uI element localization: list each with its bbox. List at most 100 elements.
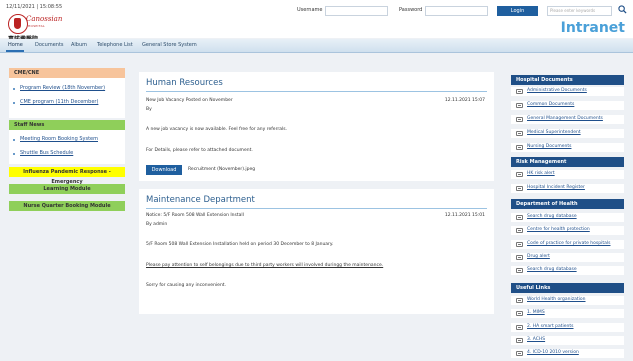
list-item-label[interactable]: 1. MIMS — [527, 310, 545, 315]
list-item[interactable]: Medical Superintendent — [511, 129, 624, 138]
list-item-label[interactable]: World Health organization — [527, 297, 586, 302]
list-item-label[interactable]: Search drug database — [527, 267, 577, 272]
list-item[interactable]: Code of practice for private hospitals — [511, 240, 624, 249]
link-icon — [516, 89, 523, 94]
post-title: Maintenance Department — [146, 195, 255, 205]
logo-subtitle: HOSPITAL — [28, 24, 45, 28]
bullet-icon — [13, 102, 15, 104]
link-icon — [516, 338, 523, 343]
link-icon — [516, 103, 523, 108]
list-item-label[interactable]: Medical Superintendent — [527, 130, 581, 135]
attachment-name: Recruitment (November).jpeg — [188, 167, 256, 172]
link-icon — [516, 117, 523, 122]
list-item-label[interactable]: Drug alert — [527, 254, 550, 259]
link-icon — [516, 311, 523, 316]
staff-news-panel: Meeting Room Booking System Shuttle Bus … — [9, 130, 125, 164]
list-item[interactable]: Centre for health protection — [511, 226, 624, 235]
main-nav: Home Documents Album Telephone List Gene… — [0, 39, 633, 53]
list-item[interactable]: Drug alert — [511, 253, 624, 262]
list-item-label[interactable]: Centre for health protection — [527, 227, 590, 232]
post-author: By admin — [146, 222, 168, 227]
search-icon[interactable] — [618, 5, 627, 14]
link-icon — [516, 172, 523, 177]
list-item-label[interactable]: 4. ICD-10 2010 version — [527, 350, 579, 355]
link-icon — [516, 145, 523, 150]
link-icon — [516, 351, 523, 356]
bullet-icon — [13, 88, 15, 90]
nav-active-indicator — [6, 50, 24, 52]
flu-response-banner[interactable]: Influenza Pandemic Response - Emergency — [9, 167, 125, 185]
password-input[interactable] — [425, 6, 488, 16]
nav-general-store-system[interactable]: General Store System — [142, 42, 197, 48]
list-item-label[interactable]: 3. ACHS — [527, 337, 545, 342]
list-item[interactable]: 3. ACHS — [511, 336, 624, 345]
bullet-icon — [13, 153, 15, 155]
list-item[interactable]: General Management Documents — [511, 115, 624, 124]
crest-icon — [8, 14, 28, 34]
link-icon — [516, 242, 523, 247]
post-subject: New Job Vacancy Posted on November — [146, 98, 233, 103]
list-item[interactable]: 4. ICD-10 2010 version — [511, 349, 624, 358]
cme-panel: Program Review (18th November) CME progr… — [9, 78, 125, 118]
cme-link-cme-program[interactable]: CME program (11th December) — [20, 99, 98, 105]
list-item-label[interactable]: Administrative Documents — [527, 88, 587, 93]
list-item-label[interactable]: 2. HA smart patients — [527, 324, 574, 329]
department-of-health-header: Department of Health — [511, 199, 624, 209]
post-line: For Details, please refer to attached do… — [146, 148, 253, 153]
list-item[interactable]: Search drug database — [511, 213, 624, 222]
list-item[interactable]: Administrative Documents — [511, 87, 624, 96]
list-item[interactable]: 1. MIMS — [511, 309, 624, 318]
link-icon — [516, 268, 523, 273]
post-date: 12.11.2021 15:07 — [444, 98, 485, 103]
list-item-label[interactable]: Code of practice for private hospitals — [527, 241, 610, 246]
nav-telephone-list[interactable]: Telephone List — [97, 42, 133, 48]
list-item-label[interactable]: Hospital Incident Register — [527, 185, 585, 190]
list-item[interactable]: HK risk alert — [511, 170, 624, 179]
staff-link-meeting-room[interactable]: Meeting Room Booking System — [20, 136, 98, 142]
link-icon — [516, 298, 523, 303]
username-label: Username — [297, 7, 323, 13]
link-icon — [516, 186, 523, 191]
list-item-label[interactable]: General Management Documents — [527, 116, 603, 121]
header: 12/11/2021 | 15:08:55 Canossian HOSPITAL… — [0, 0, 633, 43]
cme-link-program-review[interactable]: Program Review (18th November) — [20, 85, 105, 91]
post-card: Human Resources New Job Vacancy Posted o… — [139, 72, 494, 181]
login-button[interactable]: Login — [497, 6, 538, 16]
datetime: 12/11/2021 | 15:08:55 — [6, 4, 63, 10]
post-card: Maintenance Department Notice: 5/F Room … — [139, 189, 494, 314]
nav-album[interactable]: Album — [71, 42, 87, 48]
staff-news-header: Staff News — [9, 120, 125, 130]
post-line: Sorry for causing any inconvenient. — [146, 283, 226, 288]
post-line: Please pay attention to self belongings … — [146, 263, 384, 268]
list-item[interactable]: World Health organization — [511, 296, 624, 305]
list-item-label[interactable]: Nursing Documents — [527, 144, 571, 149]
link-icon — [516, 255, 523, 260]
list-item-label[interactable]: Common Documents — [527, 102, 574, 107]
list-item[interactable]: Hospital Incident Register — [511, 184, 624, 193]
list-item[interactable]: 2. HA smart patients — [511, 323, 624, 332]
search-input[interactable]: Please enter keywords — [547, 6, 612, 16]
learning-module-banner[interactable]: Learning Module — [9, 184, 125, 194]
nurse-quarter-banner[interactable]: Nurse Quarter Booking Module — [9, 201, 125, 211]
username-input[interactable] — [325, 6, 388, 16]
list-item-label[interactable]: Search drug database — [527, 214, 577, 219]
download-button[interactable]: Download — [146, 165, 182, 175]
hospital-logo[interactable]: Canossian HOSPITAL 嘉諾撒醫院 — [8, 14, 68, 43]
list-item[interactable]: Search drug database — [511, 266, 624, 275]
list-item-label[interactable]: HK risk alert — [527, 171, 555, 176]
password-label: Password — [399, 7, 423, 13]
post-line: A new job vacancy is now available. Feel… — [146, 127, 287, 132]
list-item[interactable]: Nursing Documents — [511, 143, 624, 152]
staff-link-shuttle-bus[interactable]: Shuttle Bus Schedule — [20, 150, 73, 156]
cme-header: CME/CNE — [9, 68, 125, 78]
post-date: 12.11.2021 15:01 — [444, 213, 485, 218]
post-line: 5/F Room 508 Wall Extension Installation… — [146, 242, 334, 247]
intranet-brand: Intranet — [560, 20, 625, 36]
divider — [146, 208, 487, 209]
post-author: By — [146, 107, 152, 112]
post-title: Human Resources — [146, 78, 223, 88]
nav-documents[interactable]: Documents — [35, 42, 64, 48]
list-item[interactable]: Common Documents — [511, 101, 624, 110]
logo-script: Canossian — [26, 15, 63, 23]
nav-home[interactable]: Home — [8, 42, 23, 48]
